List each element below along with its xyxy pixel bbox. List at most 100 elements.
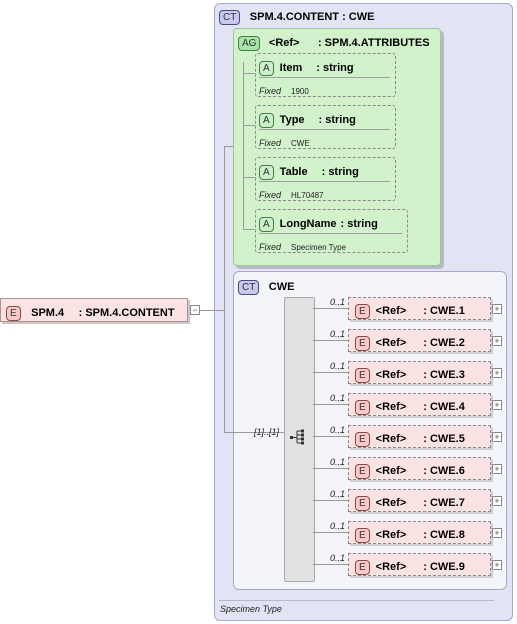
- attribute-name: Type: [279, 114, 305, 126]
- cwe-connector: [313, 532, 348, 533]
- cwe-element-label: E <Ref> : CWE.3: [355, 365, 465, 383]
- cwe-element-ref: <Ref>: [375, 337, 407, 349]
- complex-type-header: CT SPM.4.CONTENT : CWE: [219, 7, 374, 25]
- cwe-element-type: : CWE.1: [423, 305, 465, 317]
- cwe-type-header: CT CWE: [238, 277, 294, 295]
- attribute-type: : string: [321, 166, 359, 178]
- complex-type-badge: CT: [219, 10, 241, 25]
- cwe-element-label: E <Ref> : CWE.9: [355, 557, 465, 575]
- cwe-element-label: E <Ref> : CWE.6: [355, 461, 465, 479]
- attribute-group-badge: AG: [238, 36, 261, 51]
- cwe-element-ref: <Ref>: [375, 465, 407, 477]
- cwe-connector: [313, 372, 348, 373]
- attribute-type: : string: [340, 218, 378, 230]
- cwe-element-type: : CWE.7: [423, 497, 465, 509]
- cwe-element-badge: E: [355, 368, 370, 383]
- expand-icon[interactable]: +: [492, 336, 502, 346]
- cwe-element-badge: E: [355, 528, 370, 543]
- expand-icon[interactable]: +: [492, 432, 502, 442]
- cwe-element-label: E <Ref> : CWE.2: [355, 333, 465, 351]
- attribute-type: : string: [318, 114, 356, 126]
- complex-type-title: SPM.4.CONTENT : CWE: [249, 11, 375, 23]
- attribute-group-ref: <Ref>: [268, 37, 300, 49]
- cwe-element-label: E <Ref> : CWE.4: [355, 397, 465, 415]
- expand-icon[interactable]: +: [492, 560, 502, 570]
- attribute-header: A Item : string: [259, 58, 354, 76]
- sequence-cardinality: [1]..[1]: [254, 427, 280, 437]
- root-expand-icon[interactable]: −: [190, 305, 200, 315]
- fixed-value: Specimen Type: [291, 243, 347, 252]
- cwe-cardinality: 0..1: [330, 361, 346, 371]
- cwe-element-ref: <Ref>: [375, 529, 407, 541]
- cwe-element-ref: <Ref>: [375, 401, 407, 413]
- attribute-fixed: Fixed 1900: [259, 81, 309, 99]
- cwe-connector: [313, 404, 348, 405]
- attribute-name: Item: [279, 62, 303, 74]
- cwe-connector: [313, 436, 348, 437]
- expand-icon[interactable]: +: [492, 528, 502, 538]
- cwe-element-badge: E: [355, 304, 370, 319]
- cwe-element-ref: <Ref>: [375, 305, 407, 317]
- cwe-element-type: : CWE.2: [423, 337, 465, 349]
- cwe-element-badge: E: [355, 496, 370, 511]
- cwe-cardinality: 0..1: [330, 393, 346, 403]
- attribute-badge: A: [259, 61, 274, 76]
- attribute-name: LongName: [279, 218, 337, 230]
- cwe-element-type: : CWE.8: [423, 529, 465, 541]
- attribute-header: A LongName: string: [259, 214, 378, 232]
- cwe-element-badge: E: [355, 336, 370, 351]
- cwe-element-ref: <Ref>: [375, 497, 407, 509]
- cwe-type-title: CWE: [268, 281, 295, 293]
- fixed-value: HL70487: [291, 191, 324, 200]
- sequence-icon: [290, 429, 304, 445]
- expand-icon[interactable]: +: [492, 464, 502, 474]
- complex-type-footer: Specimen Type: [220, 604, 282, 614]
- fixed-value: 1900: [291, 87, 309, 96]
- attribute-badge: A: [259, 113, 274, 128]
- attribute-fixed: Fixed Specimen Type: [259, 237, 346, 255]
- cwe-element-label: E <Ref> : CWE.7: [355, 493, 465, 511]
- cwe-cardinality: 0..1: [330, 425, 346, 435]
- cwe-element-badge: E: [355, 432, 370, 447]
- root-element-type: : SPM.4.CONTENT: [78, 307, 175, 319]
- cwe-element-badge: E: [355, 400, 370, 415]
- cwe-connector: [313, 500, 348, 501]
- attribute-fixed: Fixed CWE: [259, 133, 310, 151]
- attribute-badge: A: [259, 165, 274, 180]
- expand-icon[interactable]: +: [492, 496, 502, 506]
- attribute-fixed: Fixed HL70487: [259, 185, 324, 203]
- attribute-type: : string: [316, 62, 354, 74]
- cwe-element-type: : CWE.3: [423, 369, 465, 381]
- root-element-badge: E: [6, 306, 21, 321]
- cwe-cardinality: 0..1: [330, 457, 346, 467]
- cwe-connector: [313, 340, 348, 341]
- cwe-element-type: : CWE.4: [423, 401, 465, 413]
- expand-icon[interactable]: +: [492, 400, 502, 410]
- cwe-element-badge: E: [355, 464, 370, 479]
- cwe-element-label: E <Ref> : CWE.5: [355, 429, 465, 447]
- cwe-connector: [313, 468, 348, 469]
- cwe-element-badge: E: [355, 560, 370, 575]
- cwe-element-type: : CWE.5: [423, 433, 465, 445]
- cwe-cardinality: 0..1: [330, 489, 346, 499]
- cwe-element-ref: <Ref>: [375, 433, 407, 445]
- cwe-cardinality: 0..1: [330, 521, 346, 531]
- attribute-group-type: : SPM.4.ATTRIBUTES: [317, 37, 430, 49]
- expand-icon[interactable]: +: [492, 304, 502, 314]
- attribute-header: A Table : string: [259, 162, 359, 180]
- attribute-badge: A: [259, 217, 274, 232]
- fixed-label: Fixed: [259, 86, 282, 96]
- cwe-connector: [313, 564, 348, 565]
- attribute-name: Table: [279, 166, 308, 178]
- cwe-element-label: E <Ref> : CWE.8: [355, 525, 465, 543]
- cwe-cardinality: 0..1: [330, 553, 346, 563]
- cwe-element-type: : CWE.6: [423, 465, 465, 477]
- cwe-cardinality: 0..1: [330, 297, 346, 307]
- cwe-element-ref: <Ref>: [375, 369, 407, 381]
- cwe-cardinality: 0..1: [330, 329, 346, 339]
- cwe-type-badge: CT: [238, 280, 260, 295]
- cwe-element-type: : CWE.9: [423, 561, 465, 573]
- fixed-label: Fixed: [259, 190, 282, 200]
- expand-icon[interactable]: +: [492, 368, 502, 378]
- cwe-element-ref: <Ref>: [375, 561, 407, 573]
